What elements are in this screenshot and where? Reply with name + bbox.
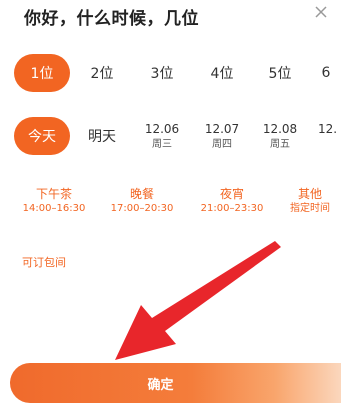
slot-time: 指定时间	[290, 203, 330, 214]
private-room-option[interactable]: 可订包间	[22, 254, 66, 270]
date-item[interactable]: 12.07 周四	[194, 117, 250, 157]
slot-time: 21:00–23:30	[200, 203, 264, 214]
page-title: 你好，什么时候，几位	[24, 9, 199, 29]
date-label: 12.07	[204, 122, 240, 136]
confirm-button[interactable]: 确定	[10, 363, 341, 403]
slot-name: 夜宵	[219, 187, 244, 201]
date-item[interactable]: 12.	[312, 117, 341, 157]
date-row: 今天 明天 12.06 周三 12.07 周四 12.08 周五 12.	[0, 117, 341, 157]
party-size-2[interactable]: 2位	[74, 54, 130, 92]
date-tomorrow[interactable]: 明天	[74, 117, 130, 155]
party-size-4[interactable]: 4位	[194, 54, 250, 92]
date-item[interactable]: 12.08 周五	[252, 117, 308, 157]
date-label: 12.06	[144, 122, 180, 136]
slot-dinner[interactable]: 晚餐 17:00–20:30	[102, 186, 182, 216]
slot-name: 晚餐	[129, 187, 154, 201]
party-size-3[interactable]: 3位	[134, 54, 190, 92]
slot-afternoon-tea[interactable]: 下午茶 14:00–16:30	[14, 186, 94, 216]
date-today[interactable]: 今天	[14, 117, 70, 155]
time-slot-row: 下午茶 14:00–16:30 晚餐 17:00–20:30 夜宵 21:00–…	[0, 186, 341, 226]
slot-name: 下午茶	[35, 187, 72, 201]
party-size-row: 1位 2位 3位 4位 5位 6	[0, 54, 341, 94]
party-size-1[interactable]: 1位	[14, 54, 70, 92]
close-icon[interactable]	[308, 2, 334, 24]
weekday-label: 周五	[270, 139, 290, 150]
slot-other[interactable]: 其他 指定时间	[281, 186, 339, 216]
party-size-6[interactable]: 6	[306, 54, 341, 92]
weekday-label: 周四	[212, 139, 232, 150]
slot-time: 14:00–16:30	[22, 203, 86, 214]
date-item[interactable]: 12.06 周三	[134, 117, 190, 157]
slot-time: 17:00–20:30	[110, 203, 174, 214]
confirm-label: 确定	[147, 377, 174, 393]
date-label: 12.	[318, 122, 338, 136]
weekday-label: 周三	[152, 139, 172, 150]
date-label: 12.08	[262, 122, 298, 136]
party-size-5[interactable]: 5位	[252, 54, 308, 92]
slot-name: 其他	[297, 187, 322, 201]
slot-late-night[interactable]: 夜宵 21:00–23:30	[190, 186, 274, 216]
